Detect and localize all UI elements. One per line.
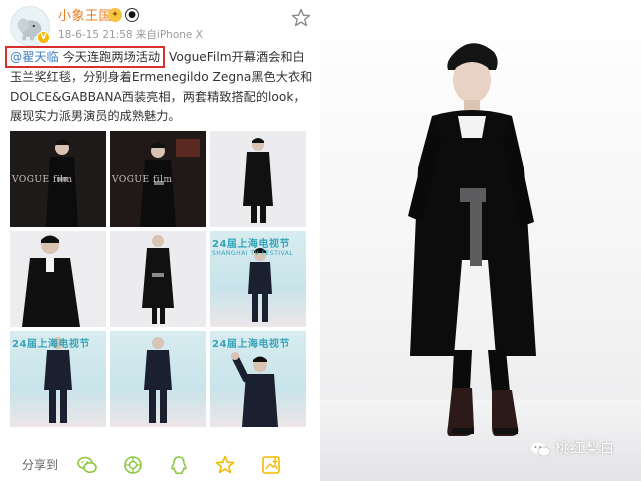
post-username[interactable]: 小象王国 [58, 9, 112, 25]
post-meta: 18-6-15 21:58 来自iPhone X [58, 29, 203, 41]
share-bar: 分享到 [0, 448, 320, 481]
watermark-text: 桃红梨白 [555, 441, 615, 457]
mention-link[interactable]: @翟天临 [10, 50, 59, 64]
qq-icon[interactable] [168, 454, 190, 476]
wechat-icon[interactable] [76, 454, 98, 476]
grid-image-1[interactable]: VOGUE film [10, 131, 106, 227]
grid-image-8[interactable] [110, 331, 206, 427]
mention-tail-text: 今天连跑两场活动 [58, 50, 161, 64]
tile-caption: 24届上海电视节 [212, 339, 290, 350]
moments-icon[interactable] [122, 454, 144, 476]
follow-star-icon[interactable] [290, 7, 312, 29]
man-in-black-coat-image [320, 43, 641, 481]
save-image-icon[interactable] [260, 454, 282, 476]
favorite-star-icon[interactable] [214, 454, 236, 476]
person-black-coat-image [10, 231, 106, 327]
tile-caption: VOGUE film [12, 175, 73, 185]
tile-caption: 24届上海电视节 [12, 339, 90, 350]
grid-image-4[interactable] [10, 231, 106, 327]
wechat-icon [531, 442, 551, 457]
verified-badge-icon: V [37, 31, 50, 44]
full-length-photo[interactable]: 桃红梨白 [320, 0, 641, 481]
person-black-coat-image [210, 131, 306, 227]
grid-image-3[interactable] [210, 131, 306, 227]
grid-image-7[interactable]: 24届上海电视节 [10, 331, 106, 427]
highlight-box: @翟天临 今天连跑两场活动 [5, 46, 166, 68]
grid-image-2[interactable]: VOGUE film [110, 131, 206, 227]
tile-caption: VOGUE film [112, 175, 173, 185]
person-suit-image [144, 337, 172, 423]
panda-badge-icon: ● [125, 8, 139, 22]
tile-subcaption: SHANGHAI TV FESTIVAL [212, 250, 294, 257]
watermark: 桃红梨白 [530, 440, 615, 458]
weibo-post: V 小象王国 ✦ ● 18-6-15 21:58 来自iPhone X @翟天临… [0, 0, 320, 481]
grid-image-5[interactable] [110, 231, 206, 327]
user-badges: ✦ ● [108, 8, 139, 22]
grid-image-9[interactable]: 24届上海电视节 [210, 331, 306, 427]
image-grid: VOGUE film VOGUE film 24届上海电视节 SHANGHAI … [10, 131, 310, 431]
share-label: 分享到 [22, 457, 59, 472]
grid-image-6[interactable]: 24届上海电视节 SHANGHAI TV FESTIVAL [210, 231, 306, 327]
tile-caption: 24届上海电视节 [212, 239, 290, 250]
person-black-coat-image [110, 231, 206, 327]
crown-badge-icon: ✦ [108, 8, 122, 22]
post-text: @翟天临 今天连跑两场活动 VogueFilm开幕酒会和白玉兰奖红毯，分别身着E… [5, 46, 314, 127]
